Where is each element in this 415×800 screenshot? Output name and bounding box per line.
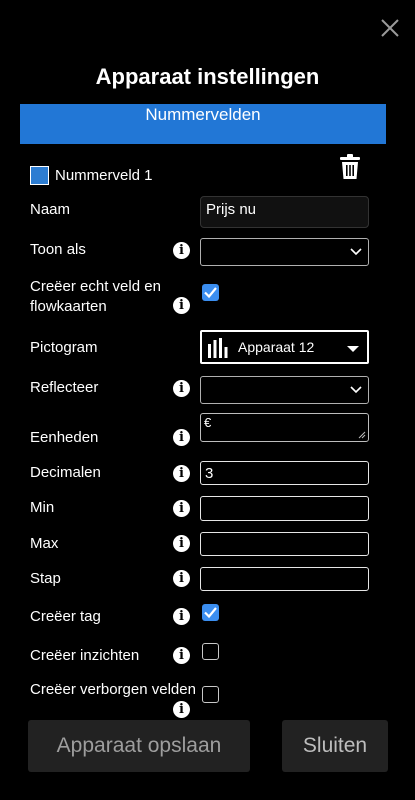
caret-down-icon xyxy=(347,346,359,352)
pictogram-label: Pictogram xyxy=(30,339,98,356)
bar-chart-icon xyxy=(208,338,228,358)
chevron-down-icon xyxy=(350,386,362,394)
trash-icon[interactable] xyxy=(340,154,360,180)
info-icon[interactable]: i xyxy=(173,647,190,664)
eenheden-textarea[interactable]: € xyxy=(200,413,369,442)
max-input[interactable] xyxy=(200,532,369,556)
pictogram-value: Apparaat 12 xyxy=(238,339,315,355)
creeer-verborgen-checkbox[interactable] xyxy=(202,686,219,703)
toon-als-label: Toon als xyxy=(30,241,86,258)
pictogram-select[interactable]: Apparaat 12 xyxy=(200,330,369,364)
creeer-echt-checkbox[interactable] xyxy=(202,284,219,301)
info-icon[interactable]: i xyxy=(173,500,190,517)
check-icon xyxy=(204,607,217,619)
info-icon[interactable]: i xyxy=(173,570,190,587)
max-label: Max xyxy=(30,535,59,552)
creeer-echt-label: Creëer echt veld en flowkaarten xyxy=(30,277,161,317)
close-button[interactable]: Sluiten xyxy=(282,720,388,772)
save-button[interactable]: Apparaat opslaan xyxy=(28,720,250,772)
info-icon[interactable]: i xyxy=(173,465,190,482)
decimalen-label: Decimalen xyxy=(30,464,101,481)
creeer-inzichten-label: Creëer inzichten xyxy=(30,647,140,664)
creeer-echt-label-line1: Creëer echt veld en xyxy=(30,278,161,295)
section-label: Nummervelden xyxy=(145,105,261,124)
stap-label: Stap xyxy=(30,570,61,587)
info-icon[interactable]: i xyxy=(173,535,190,552)
info-icon[interactable]: i xyxy=(173,701,190,718)
resize-grip-icon[interactable] xyxy=(358,431,366,439)
check-icon xyxy=(204,287,217,299)
section-header: Nummervelden xyxy=(20,104,386,144)
min-label: Min xyxy=(30,499,55,516)
eenheden-label: Eenheden xyxy=(30,429,99,446)
dialog-title: Apparaat instellingen xyxy=(95,64,320,89)
min-input[interactable] xyxy=(200,496,369,521)
info-icon[interactable]: i xyxy=(173,242,190,259)
toon-als-select[interactable] xyxy=(200,238,369,266)
stap-input[interactable] xyxy=(200,567,369,591)
creeer-tag-checkbox[interactable] xyxy=(202,604,219,621)
creeer-inzichten-checkbox[interactable] xyxy=(202,643,219,660)
reflecteer-label: Reflecteer xyxy=(30,379,99,396)
info-icon[interactable]: i xyxy=(173,608,190,625)
creeer-verborgen-label: Creëer verborgen velden xyxy=(30,681,196,698)
naam-input[interactable]: Prijs nu xyxy=(200,196,369,228)
field-name: Nummerveld 1 xyxy=(55,167,153,184)
eenheden-value: € xyxy=(204,415,212,430)
naam-label: Naam xyxy=(30,201,71,218)
decimalen-input[interactable] xyxy=(200,461,369,485)
info-icon[interactable]: i xyxy=(173,380,190,397)
chevron-down-icon xyxy=(350,248,362,256)
info-icon[interactable]: i xyxy=(173,297,190,314)
reflecteer-select[interactable] xyxy=(200,376,369,404)
info-icon[interactable]: i xyxy=(173,429,190,446)
close-icon[interactable] xyxy=(378,16,402,40)
creeer-tag-label: Creëer tag xyxy=(30,608,101,625)
creeer-echt-label-line2: flowkaarten xyxy=(30,298,107,315)
color-swatch[interactable] xyxy=(30,166,49,185)
